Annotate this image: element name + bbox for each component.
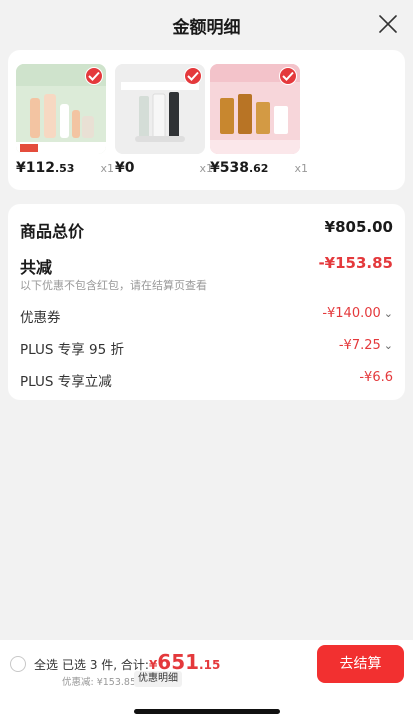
product-price: ¥0 [115,160,134,176]
price-integer: ¥112 [16,160,55,176]
price-decimal: .53 [54,162,75,175]
checked-icon[interactable] [85,67,103,85]
product-quantity: x1 [294,162,308,175]
product-quantity: x1 [100,162,114,175]
price-decimal: .62 [248,162,269,175]
product-item[interactable]: ¥538.62 x1 [210,64,308,176]
product-thumbnail[interactable] [210,64,300,154]
discount-value: -¥7.25 [338,338,381,353]
reduce-label: 共减 [20,258,53,277]
home-indicator [134,709,280,714]
product-thumbnail[interactable] [115,64,205,154]
pay-decimal: .15 [199,658,221,672]
discount-label: PLUS 专享立减 [20,374,112,390]
product-item[interactable]: ¥0 x1 [115,64,213,176]
amount-detail-sheet: 金额明细 ¥112.53 x1 ¥0 x1 ¥538.62 x1 商品总价 ¥8… [0,0,413,720]
price-integer: ¥538 [210,160,249,176]
price-integer: ¥0 [115,160,135,176]
total-value: ¥805.00 [324,218,393,236]
chevron-down-icon[interactable]: ⌄ [384,307,393,320]
product-price: ¥538.62 [210,160,268,176]
discount-total: 优惠减: ¥153.85 [62,677,137,688]
product-list: ¥112.53 x1 ¥0 x1 ¥538.62 x1 [8,50,405,190]
discount-detail-button[interactable]: 优惠明细 [134,671,182,687]
discount-note: 以下优惠不包含红包，请在结算页查看 [20,279,207,292]
product-item[interactable]: ¥112.53 x1 [16,64,114,176]
product-price: ¥112.53 [16,160,74,176]
sheet-title: 金额明细 [172,18,241,38]
select-all-label[interactable]: 全选 [34,656,58,673]
total-label: 商品总价 [20,222,85,241]
reduce-value: -¥153.85 [318,254,393,272]
pay-amount: ¥651.15 [149,650,221,674]
product-thumbnail[interactable] [16,64,106,154]
close-icon[interactable] [377,13,399,35]
checkout-bar: 全选 已选 3 件, 合计:¥651.15 优惠减: ¥153.85 优惠明细 … [0,640,413,720]
select-all-radio[interactable] [10,656,26,672]
price-summary: 商品总价 ¥805.00 共减 -¥153.85 以下优惠不包含红包，请在结算页… [8,204,405,400]
discount-label: PLUS 专享 95 折 [20,342,124,358]
discount-value: -¥6.6 [359,370,393,385]
sheet-header: 金额明细 [0,0,413,48]
checked-icon[interactable] [184,67,202,85]
selected-count: 已选 3 件, 合计: [62,658,149,672]
discount-value: -¥140.00 [322,306,381,321]
checked-icon[interactable] [279,67,297,85]
chevron-down-icon[interactable]: ⌄ [384,339,393,352]
checkout-button[interactable]: 去结算 [317,645,404,683]
discount-label: 优惠券 [20,310,61,326]
